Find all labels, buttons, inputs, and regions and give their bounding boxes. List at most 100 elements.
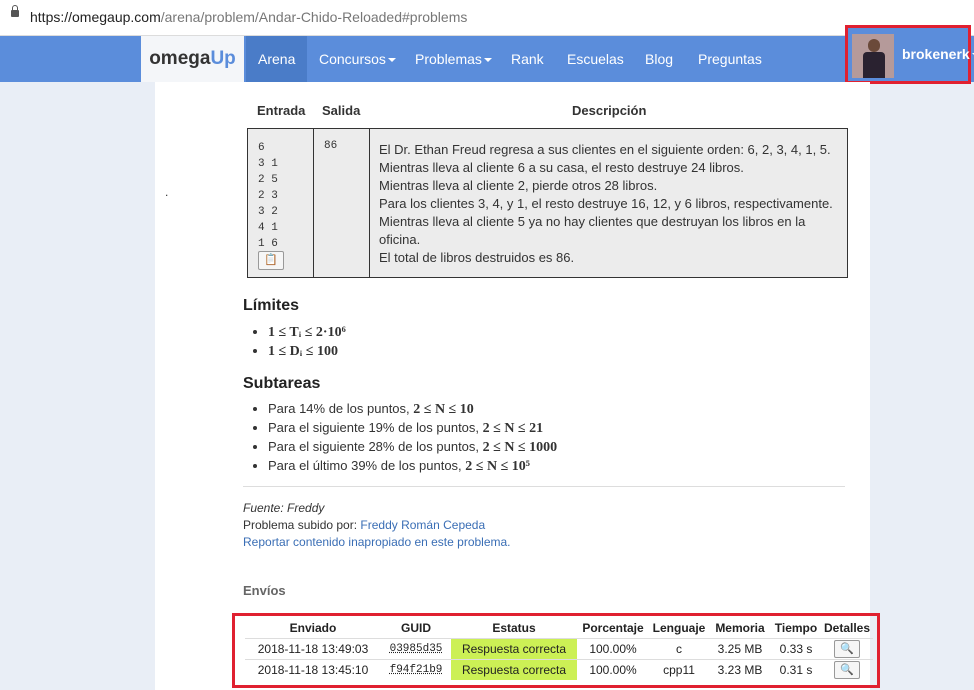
example-output: 86 [324, 140, 338, 152]
magnifier-icon: 🔍 [840, 664, 854, 676]
submissions-table: Enviado GUID Estatus Porcentaje Lenguaje… [245, 618, 873, 680]
nav-preguntas[interactable]: Preguntas [686, 36, 774, 82]
subtask-text: Para el siguiente 28% de los puntos, [268, 439, 483, 454]
nav-escuelas-label: Escuelas [567, 51, 624, 67]
nav-rank[interactable]: Rank [499, 36, 556, 82]
address-bar[interactable]: https://omegaup.com/arena/problem/Andar-… [0, 0, 974, 36]
col-detalles: Detalles [823, 621, 871, 635]
subtask-text: Para 14% de los puntos, [268, 401, 414, 416]
envios-heading: Envíos [243, 583, 286, 598]
header-descripcion: Descripción [572, 103, 647, 118]
cell-memoria: 3.25 MB [709, 638, 771, 660]
list-item: Para el último 39% de los puntos, 2 ≤ N … [268, 457, 557, 476]
cell-memoria: 3.23 MB [709, 659, 771, 680]
source-fuente: Fuente: Freddy [243, 501, 325, 515]
example-table: 6 3 1 2 5 2 3 3 2 4 1 1 6 📋 86 El Dr. Et… [247, 128, 848, 278]
math-expression: 1 ≤ Tᵢ ≤ 2·10⁶ [268, 325, 346, 340]
list-item: Para el siguiente 28% de los puntos, 2 ≤… [268, 438, 557, 457]
details-button[interactable]: 🔍 [834, 640, 860, 658]
list-item: Para 14% de los puntos, 2 ≤ N ≤ 10 [268, 400, 557, 419]
cell-enviado: 2018-11-18 13:49:03 [245, 638, 381, 660]
magnifier-icon: 🔍 [840, 643, 854, 655]
status-badge: Respuesta correcta [451, 659, 577, 680]
description-line: Mientras lleva al cliente 2, pierde otro… [379, 178, 658, 193]
col-guid: GUID [401, 621, 431, 635]
username: brokenerk [902, 28, 974, 81]
url-text[interactable]: https://omegaup.com/arena/problem/Andar-… [30, 9, 467, 25]
math-expression: 2 ≤ N ≤ 10 [413, 402, 474, 417]
description-line: Para los clientes 3, 4, y 1, el resto de… [379, 196, 833, 211]
cell-detalles: 🔍 [821, 638, 873, 660]
math-expression: 2 ≤ N ≤ 10⁵ [465, 459, 530, 474]
url-host: https://omegaup.com [30, 9, 161, 25]
header-salida: Salida [322, 103, 361, 118]
url-path: /arena/problem/Andar-Chido-Reloaded#prob… [160, 9, 468, 25]
details-button[interactable]: 🔍 [834, 661, 860, 679]
nav-escuelas[interactable]: Escuelas [555, 36, 636, 82]
nav-blog[interactable]: Blog [633, 36, 685, 82]
subtask-text: Para el siguiente 19% de los puntos, [268, 420, 483, 435]
uploaded-by-label: Problema subido por: [243, 518, 361, 532]
uploaded-by: Problema subido por: Freddy Román Cepeda [243, 517, 511, 534]
cell-guid[interactable]: f94f21b9 [381, 659, 451, 680]
nav-problemas[interactable]: Problemas [403, 36, 504, 82]
cell-porcentaje: 100.00% [577, 638, 649, 660]
col-enviado: Enviado [289, 621, 337, 635]
user-menu[interactable]: brokenerk [845, 25, 974, 84]
description-line: Mientras lleva al cliente 6 a su casa, e… [379, 160, 744, 175]
clipboard-icon: 📋 [264, 254, 278, 266]
chevron-down-icon [387, 58, 396, 63]
cell-tiempo: 0.31 s [771, 659, 821, 680]
stray-dot: . [165, 185, 169, 199]
description-line: El total de libros destruidos es 86. [379, 250, 575, 265]
logo-text-omega: omega [149, 48, 211, 69]
copy-button[interactable]: 📋 [258, 251, 284, 270]
table-row: 2018-11-18 13:45:10 f94f21b9 Respuesta c… [245, 659, 873, 680]
nav-blog-label: Blog [645, 51, 674, 67]
nav-preguntas-label: Preguntas [698, 51, 762, 67]
col-estatus: Estatus [492, 621, 536, 635]
nav-arena-label: Arena [258, 51, 296, 67]
col-tiempo: Tiempo [774, 621, 818, 635]
col-memoria: Memoria [715, 621, 765, 635]
table-header-row: Enviado GUID Estatus Porcentaje Lenguaje… [245, 618, 873, 639]
nav-problemas-label: Problemas [415, 51, 482, 67]
nav-concursos[interactable]: Concursos [307, 36, 408, 82]
limites-list: 1 ≤ Tᵢ ≤ 2·10⁶ 1 ≤ Dᵢ ≤ 100 [244, 323, 346, 361]
example-input: 6 3 1 2 5 2 3 3 2 4 1 1 6 [258, 142, 278, 250]
example-description: El Dr. Ethan Freud regresa a sus cliente… [379, 141, 847, 267]
math-expression: 2 ≤ N ≤ 1000 [482, 440, 558, 455]
col-lenguaje: Lenguaje [652, 621, 706, 635]
list-item: 1 ≤ Tᵢ ≤ 2·10⁶ [268, 323, 346, 342]
col-porcentaje: Porcentaje [582, 621, 644, 635]
divider [243, 486, 845, 487]
problem-source: Fuente: Freddy Problema subido por: Fred… [243, 500, 511, 551]
nav-concursos-label: Concursos [319, 51, 386, 67]
list-item: 1 ≤ Dᵢ ≤ 100 [268, 342, 346, 361]
math-expression: 1 ≤ Dᵢ ≤ 100 [268, 344, 338, 359]
example-input-cell: 6 3 1 2 5 2 3 3 2 4 1 1 6 📋 [248, 129, 314, 277]
cell-lenguaje: cpp11 [649, 659, 709, 680]
limites-heading: Límites [243, 297, 300, 314]
header-entrada: Entrada [257, 103, 306, 118]
subtareas-list: Para 14% de los puntos, 2 ≤ N ≤ 10 Para … [244, 400, 557, 476]
cell-guid[interactable]: 03985d35 [381, 638, 451, 660]
cell-lenguaje: c [649, 638, 709, 660]
description-line: El Dr. Ethan Freud regresa a sus cliente… [379, 142, 831, 157]
subtask-text: Para el último 39% de los puntos, [268, 458, 466, 473]
table-row: 2018-11-18 13:49:03 03985d35 Respuesta c… [245, 638, 873, 660]
lock-icon [11, 5, 19, 17]
omegaup-logo[interactable]: omegaUp [141, 36, 244, 82]
math-expression: 2 ≤ N ≤ 21 [482, 421, 544, 436]
username-label: brokenerk [902, 46, 970, 62]
chevron-down-icon [483, 58, 492, 63]
author-link[interactable]: Freddy Román Cepeda [360, 518, 485, 532]
report-link[interactable]: Reportar contenido inapropiado en este p… [243, 535, 511, 549]
subtareas-heading: Subtareas [243, 375, 321, 392]
logo-text-up: Up [210, 48, 236, 69]
list-item: Para el siguiente 19% de los puntos, 2 ≤… [268, 419, 557, 438]
nav-arena[interactable]: Arena [246, 36, 308, 82]
avatar [852, 34, 894, 78]
example-output-cell: 86 [314, 129, 370, 277]
cell-tiempo: 0.33 s [771, 638, 821, 660]
